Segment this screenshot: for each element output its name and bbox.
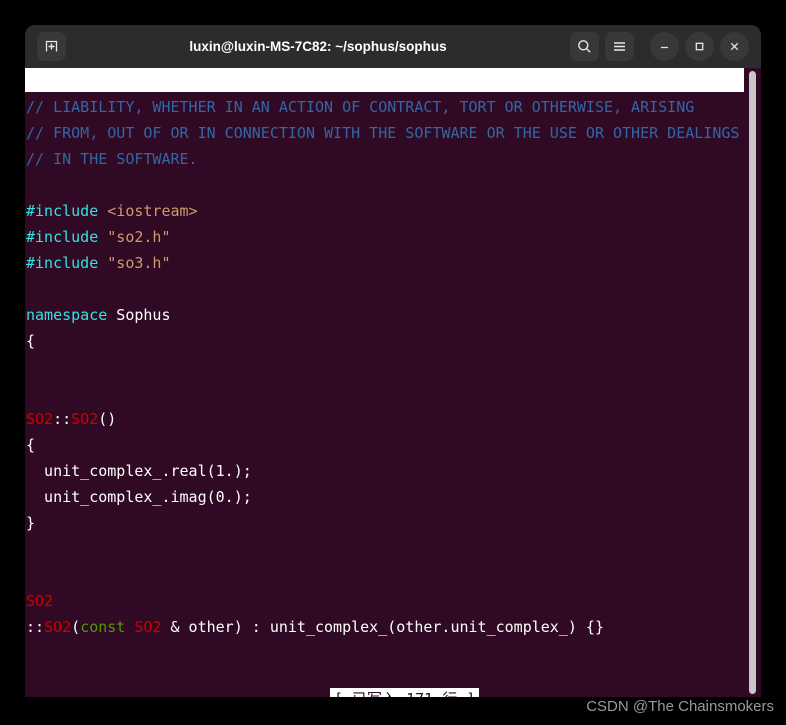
nano-header-bar: GNU nano 6.2 so2.cpp xyxy=(25,68,744,137)
code-line: unit_complex_.real(1.); xyxy=(25,458,744,484)
code-token: #include xyxy=(26,228,108,246)
new-tab-icon[interactable] xyxy=(37,32,66,61)
code-token: SO2 xyxy=(26,592,54,610)
code-line: // LIABILITY, WHETHER IN AN ACTION OF CO… xyxy=(25,94,744,120)
code-line: #include <iostream> xyxy=(25,198,744,224)
code-line: { xyxy=(25,328,744,354)
code-token: & other) : unit_complex_(other.unit_comp… xyxy=(161,618,604,636)
code-line: #include "so3.h" xyxy=(25,250,744,276)
code-token: // LIABILITY, WHETHER IN AN ACTION OF CO… xyxy=(26,98,695,116)
code-token: // IN THE SOFTWARE. xyxy=(26,150,198,168)
window-title: luxin@luxin-MS-7C82: ~/sophus/sophus xyxy=(189,39,447,54)
code-token: // FROM, OUT OF OR IN CONNECTION WITH TH… xyxy=(26,124,740,142)
code-token: SO2 xyxy=(26,410,54,428)
terminal-scrollbar[interactable] xyxy=(744,68,761,697)
close-icon[interactable] xyxy=(720,32,749,61)
code-token: SO2 xyxy=(44,618,72,636)
code-token: () xyxy=(98,410,117,428)
maximize-icon[interactable] xyxy=(685,32,714,61)
window-titlebar: luxin@luxin-MS-7C82: ~/sophus/sophus xyxy=(25,25,761,68)
code-token: #include xyxy=(26,202,108,220)
code-token: ( xyxy=(71,618,81,636)
code-token: { xyxy=(26,332,36,350)
code-token: unit_complex_.imag(0.); xyxy=(26,488,252,506)
code-token: } xyxy=(26,514,36,532)
code-token: "so3.h" xyxy=(107,254,171,272)
minimize-icon[interactable] xyxy=(650,32,679,61)
code-line: ::SO2(const SO2 & other) : unit_complex_… xyxy=(25,614,744,640)
code-token: <iostream> xyxy=(107,202,198,220)
hamburger-menu-icon[interactable] xyxy=(605,32,634,61)
code-token: Sophus xyxy=(107,306,171,324)
code-token: namespace xyxy=(26,306,108,324)
code-line: SO2::SO2() xyxy=(25,406,744,432)
code-token: :: xyxy=(53,410,72,428)
scrollbar-thumb[interactable] xyxy=(749,71,756,694)
terminal-window: luxin@luxin-MS-7C82: ~/sophus/sophus GNU… xyxy=(25,25,761,697)
code-line: #include "so2.h" xyxy=(25,224,744,250)
code-line: // IN THE SOFTWARE. xyxy=(25,146,744,172)
code-token: SO2 xyxy=(71,410,99,428)
code-line: { xyxy=(25,432,744,458)
code-token: :: xyxy=(26,618,45,636)
terminal-content[interactable]: GNU nano 6.2 so2.cpp // LIABILITY, WHETH… xyxy=(25,68,761,697)
code-line: } xyxy=(25,510,744,536)
code-token: #include xyxy=(26,254,108,272)
code-line: unit_complex_.imag(0.); xyxy=(25,484,744,510)
nano-status-message: [ 已写入 171 行 ] xyxy=(330,688,480,697)
code-line: SO2 xyxy=(25,588,744,614)
search-icon[interactable] xyxy=(570,32,599,61)
watermark-text: CSDN @The Chainsmokers xyxy=(586,698,774,715)
code-line: // FROM, OUT OF OR IN CONNECTION WITH TH… xyxy=(25,120,744,146)
code-token: unit_complex_.real(1.); xyxy=(26,462,252,480)
nano-editor-text[interactable]: // LIABILITY, WHETHER IN AN ACTION OF CO… xyxy=(25,94,744,640)
code-token: "so2.h" xyxy=(107,228,171,246)
code-token: { xyxy=(26,436,36,454)
titlebar-buttons xyxy=(570,32,749,61)
code-line: namespace Sophus xyxy=(25,302,744,328)
code-token: SO2 xyxy=(134,618,162,636)
code-token: const xyxy=(80,618,126,636)
